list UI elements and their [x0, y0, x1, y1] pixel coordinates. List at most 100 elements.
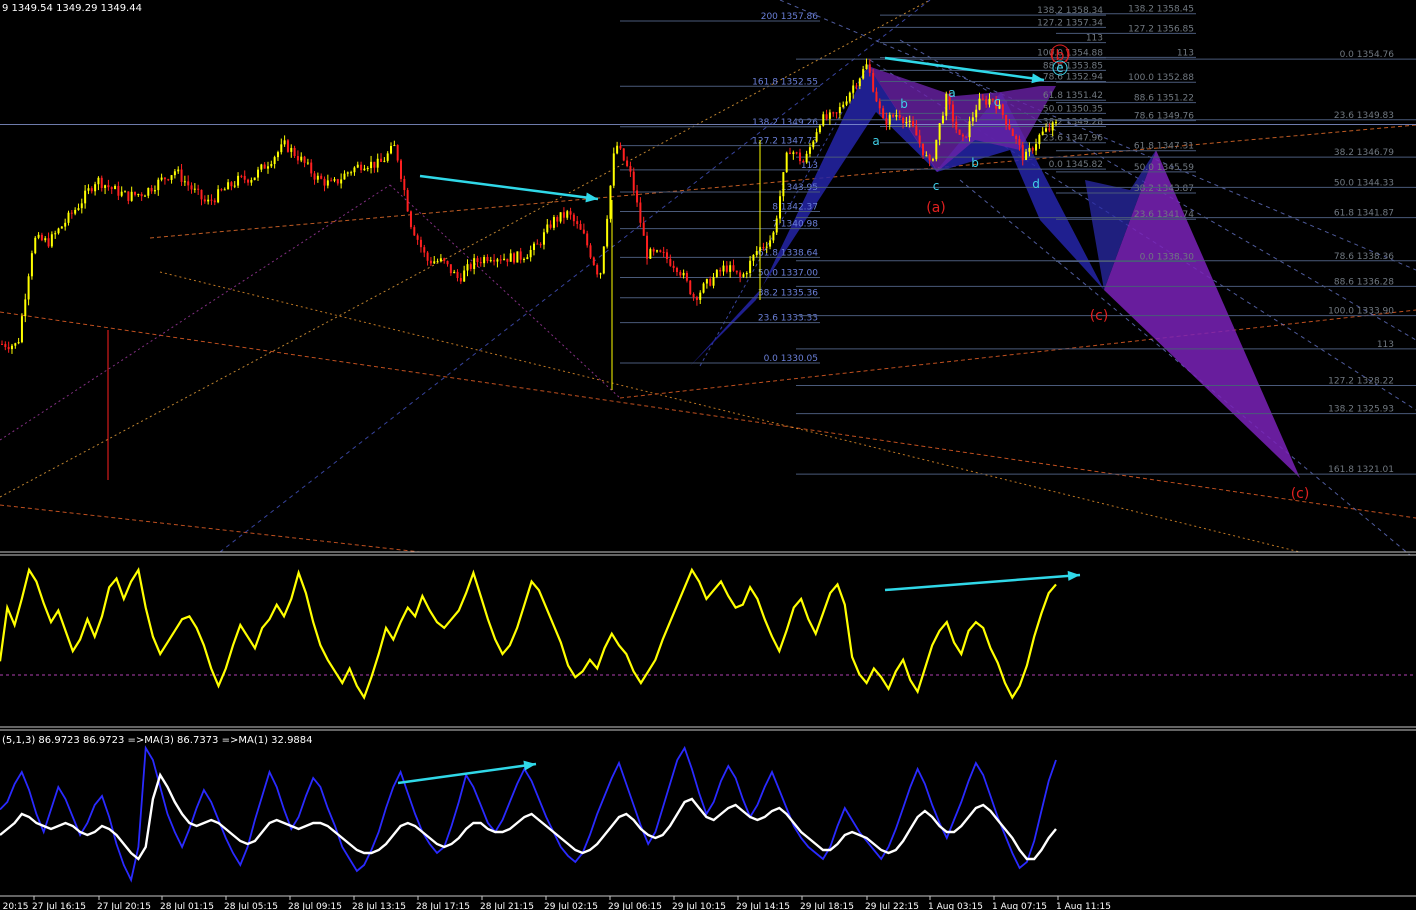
- candle-body[interactable]: [456, 271, 459, 279]
- candle-body[interactable]: [330, 180, 333, 182]
- candle-body[interactable]: [133, 191, 136, 195]
- candle-body[interactable]: [313, 173, 316, 180]
- candle-body[interactable]: [459, 278, 462, 282]
- candle-body[interactable]: [606, 218, 609, 247]
- candle-body[interactable]: [1, 343, 3, 345]
- candle-body[interactable]: [586, 233, 589, 246]
- candle-body[interactable]: [419, 239, 422, 248]
- candle-body[interactable]: [752, 254, 755, 261]
- candle-body[interactable]: [20, 316, 23, 343]
- candle-body[interactable]: [675, 267, 678, 273]
- candle-body[interactable]: [473, 258, 476, 269]
- candle-body[interactable]: [260, 164, 263, 170]
- candle-body[interactable]: [705, 279, 708, 284]
- candle-body[interactable]: [44, 238, 47, 241]
- candle-body[interactable]: [343, 173, 346, 180]
- candle-body[interactable]: [539, 244, 542, 246]
- candle-body[interactable]: [769, 240, 772, 247]
- candle-body[interactable]: [975, 109, 978, 118]
- candle-body[interactable]: [922, 143, 925, 156]
- candle-body[interactable]: [1051, 122, 1054, 131]
- candle-body[interactable]: [978, 98, 981, 110]
- candle-body[interactable]: [988, 98, 991, 105]
- candle-body[interactable]: [679, 272, 682, 276]
- candle-body[interactable]: [386, 153, 389, 161]
- candle-body[interactable]: [446, 260, 449, 265]
- candle-body[interactable]: [519, 251, 522, 260]
- candle-body[interactable]: [104, 185, 107, 188]
- candle-body[interactable]: [1041, 131, 1044, 135]
- candle-body[interactable]: [542, 232, 545, 245]
- candle-body[interactable]: [955, 121, 958, 130]
- candle-body[interactable]: [725, 265, 728, 272]
- candle-body[interactable]: [469, 264, 472, 269]
- candle-body[interactable]: [150, 187, 153, 192]
- candle-body[interactable]: [885, 118, 888, 125]
- candle-body[interactable]: [153, 190, 156, 192]
- candle-body[interactable]: [50, 234, 53, 247]
- candle-body[interactable]: [217, 189, 220, 203]
- candle-body[interactable]: [632, 171, 635, 191]
- candle-body[interactable]: [167, 179, 170, 181]
- candle-body[interactable]: [589, 245, 592, 258]
- candle-body[interactable]: [656, 250, 659, 252]
- candle-body[interactable]: [559, 212, 562, 222]
- candle-body[interactable]: [576, 221, 579, 225]
- candle-body[interactable]: [120, 191, 123, 196]
- candle-body[interactable]: [772, 232, 775, 241]
- candle-body[interactable]: [928, 155, 931, 161]
- candle-body[interactable]: [838, 107, 841, 114]
- candle-body[interactable]: [296, 156, 299, 161]
- candle-body[interactable]: [808, 147, 811, 154]
- candle-body[interactable]: [290, 147, 293, 152]
- candle-body[interactable]: [223, 189, 226, 191]
- candle-body[interactable]: [346, 172, 349, 174]
- candle-body[interactable]: [572, 214, 575, 222]
- candle-body[interactable]: [426, 252, 429, 261]
- candle-body[interactable]: [1028, 147, 1031, 152]
- candle-body[interactable]: [310, 162, 313, 174]
- candle-body[interactable]: [213, 200, 216, 203]
- candle-body[interactable]: [609, 185, 612, 219]
- candle-body[interactable]: [54, 233, 57, 235]
- candle-body[interactable]: [443, 258, 446, 261]
- candle-body[interactable]: [1005, 115, 1008, 125]
- candle-body[interactable]: [665, 252, 668, 260]
- candle-body[interactable]: [453, 271, 456, 274]
- candle-body[interactable]: [712, 276, 715, 286]
- candle-body[interactable]: [905, 122, 908, 124]
- candle-body[interactable]: [124, 191, 127, 193]
- candle-body[interactable]: [636, 190, 639, 203]
- candle-body[interactable]: [1038, 134, 1041, 145]
- candle-body[interactable]: [266, 166, 269, 169]
- candle-body[interactable]: [825, 114, 828, 119]
- candle-body[interactable]: [94, 184, 97, 192]
- candle-body[interactable]: [709, 279, 712, 286]
- candle-body[interactable]: [639, 202, 642, 223]
- candle-body[interactable]: [912, 120, 915, 127]
- candle-body[interactable]: [779, 196, 782, 219]
- candle-body[interactable]: [695, 297, 698, 300]
- candle-body[interactable]: [436, 261, 439, 263]
- candle-body[interactable]: [323, 178, 326, 186]
- candle-body[interactable]: [971, 117, 974, 122]
- candle-body[interactable]: [463, 270, 466, 282]
- candle-body[interactable]: [350, 172, 353, 174]
- candle-body[interactable]: [280, 144, 283, 153]
- candle-body[interactable]: [1031, 147, 1034, 151]
- candle-body[interactable]: [27, 276, 30, 300]
- candle-body[interactable]: [888, 114, 891, 125]
- candle-body[interactable]: [466, 264, 469, 271]
- candle-body[interactable]: [529, 249, 532, 258]
- candle-body[interactable]: [409, 211, 412, 228]
- candle-body[interactable]: [845, 101, 848, 105]
- candle-body[interactable]: [622, 148, 625, 161]
- candle-body[interactable]: [719, 270, 722, 272]
- candle-body[interactable]: [270, 163, 273, 167]
- candle-body[interactable]: [792, 152, 795, 155]
- candle-body[interactable]: [483, 257, 486, 264]
- candle-body[interactable]: [612, 153, 615, 186]
- candle-body[interactable]: [333, 179, 336, 181]
- candle-body[interactable]: [4, 344, 7, 348]
- candle-body[interactable]: [370, 161, 373, 169]
